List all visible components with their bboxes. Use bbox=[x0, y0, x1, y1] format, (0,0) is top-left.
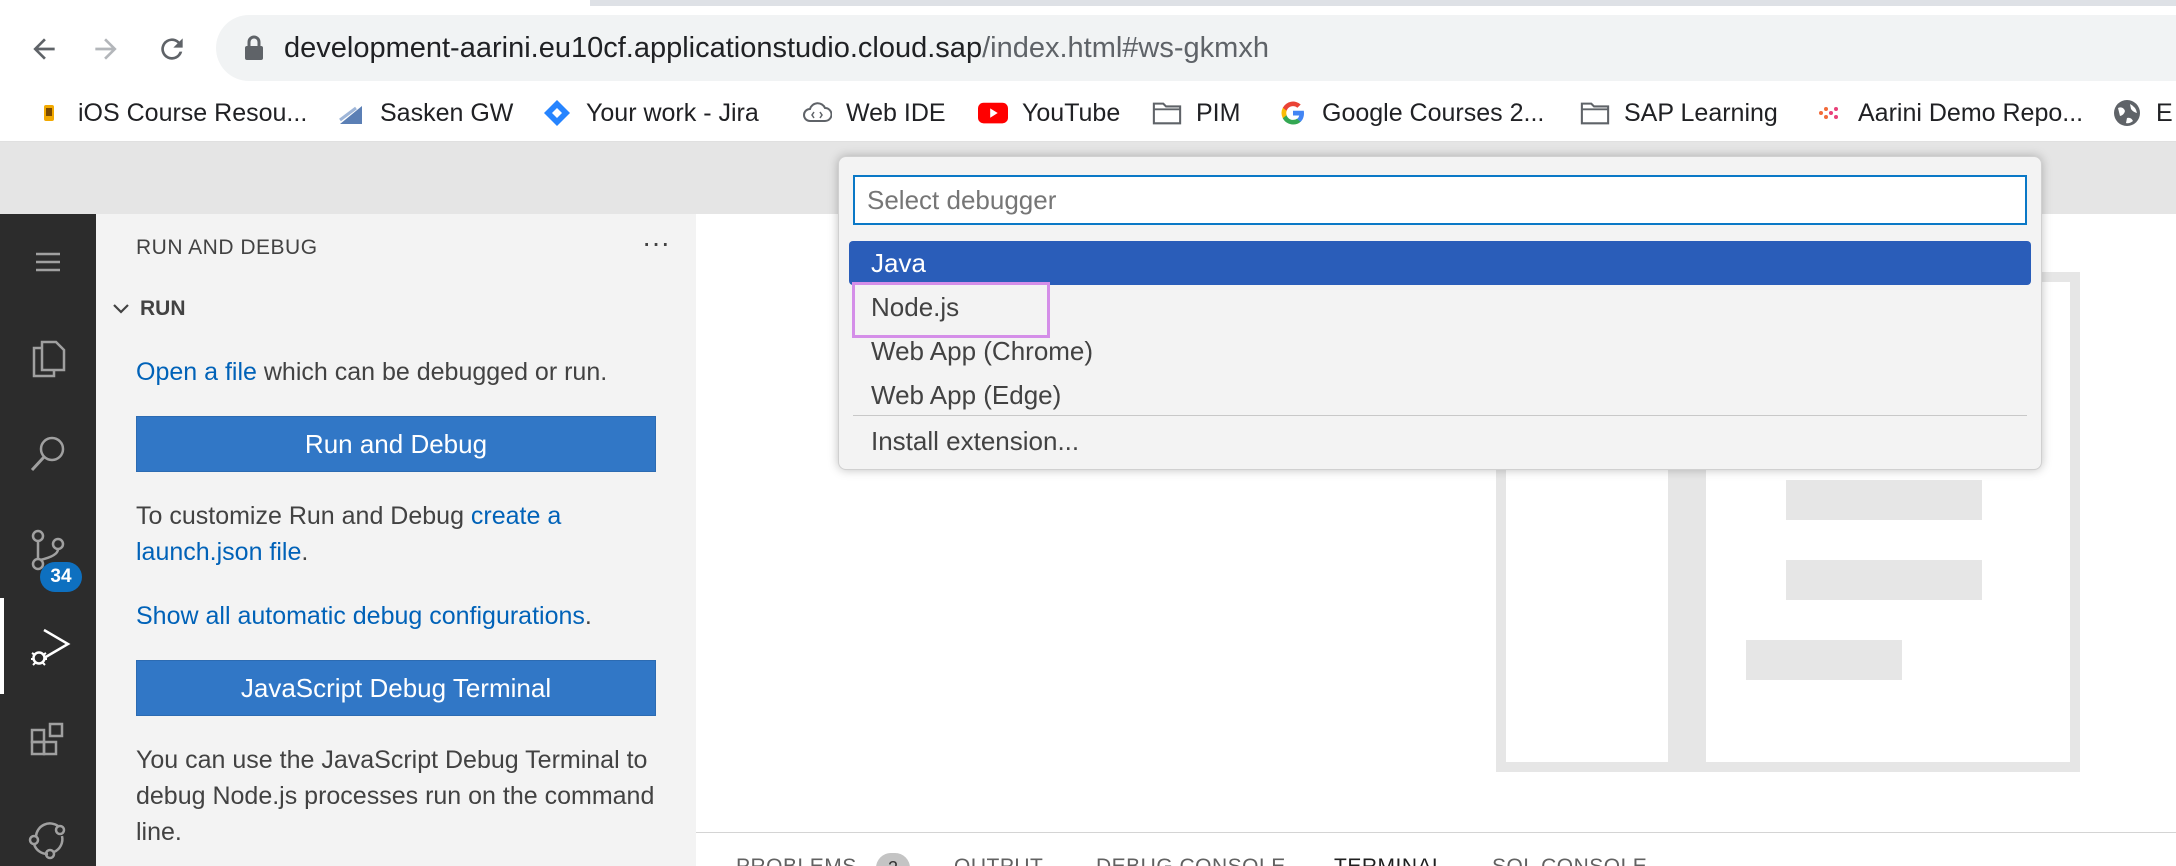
bookmark-google-courses[interactable]: Google Courses 2... bbox=[1278, 84, 1545, 141]
remote-explorer-icon bbox=[28, 822, 66, 860]
source-control-badge: 34 bbox=[40, 562, 82, 592]
bookmark-label: Your work - Jira bbox=[586, 98, 759, 127]
run-section-label: RUN bbox=[140, 297, 186, 320]
back-arrow-icon bbox=[33, 38, 55, 60]
bookmark-sasken[interactable]: Sasken GW bbox=[336, 84, 514, 141]
source-control-button[interactable]: 34 bbox=[0, 502, 96, 598]
bookmark-pim[interactable]: PIM bbox=[1152, 84, 1241, 141]
folder-icon bbox=[1580, 98, 1610, 128]
show-all-text: Show all automatic debug configurations. bbox=[136, 598, 676, 634]
customize-suffix: . bbox=[301, 538, 309, 566]
tab-problems[interactable]: PROBLEMS bbox=[736, 855, 857, 866]
bookmark-label: iOS Course Resou... bbox=[78, 98, 308, 127]
chevron-down-icon bbox=[113, 304, 129, 314]
jira-icon bbox=[542, 98, 572, 128]
activity-bar: 34 bbox=[0, 214, 96, 866]
run-section-header[interactable]: RUN bbox=[106, 292, 186, 326]
bookmark-label: Sasken GW bbox=[380, 98, 514, 127]
bookmark-label: Aarini Demo Repo... bbox=[1858, 98, 2084, 127]
quick-pick-separator bbox=[853, 415, 2027, 416]
bookmark-youtube[interactable]: YouTube bbox=[978, 84, 1121, 141]
remote-explorer-button[interactable] bbox=[0, 790, 96, 866]
bookmark-label: PIM bbox=[1196, 98, 1241, 127]
bookmark-label: Web IDE bbox=[846, 98, 946, 127]
run-debug-icon bbox=[31, 628, 71, 666]
bookmark-e[interactable]: E bbox=[2112, 84, 2173, 141]
search-icon bbox=[30, 436, 65, 472]
reload-icon bbox=[161, 38, 183, 60]
install-extension-option[interactable]: Install extension... bbox=[849, 419, 2031, 463]
panel-tab-bar: PROBLEMS 2 OUTPUT DEBUG CONSOLE TERMINAL… bbox=[696, 832, 2176, 866]
ios-course-icon bbox=[34, 98, 64, 128]
debugger-option-java[interactable]: Java bbox=[849, 241, 2031, 285]
url-text: development-aarini.eu10cf.applicationstu… bbox=[284, 31, 1269, 65]
tab-output[interactable]: OUTPUT bbox=[954, 855, 1043, 866]
bookmarks-bar: iOS Course Resou... Sasken GW Your work … bbox=[0, 84, 2176, 142]
sasken-icon bbox=[336, 98, 366, 128]
sidebar-title: RUN AND DEBUG bbox=[136, 236, 318, 259]
bookmark-label: YouTube bbox=[1022, 98, 1121, 127]
url-path: /index.html#ws-gkmxh bbox=[982, 32, 1269, 64]
extensions-button[interactable] bbox=[0, 694, 96, 790]
run-debug-sidebar: RUN AND DEBUG ··· RUN Open a file which … bbox=[96, 214, 696, 866]
bookmark-label: Google Courses 2... bbox=[1322, 98, 1545, 127]
nodejs-highlight-box bbox=[852, 282, 1050, 338]
bookmark-ios-course[interactable]: iOS Course Resou... bbox=[34, 84, 308, 141]
open-file-link[interactable]: Open a file bbox=[136, 358, 257, 386]
tab-debug-console[interactable]: DEBUG CONSOLE bbox=[1096, 855, 1286, 866]
extensions-icon bbox=[30, 722, 64, 756]
debugger-option-web-app-edge[interactable]: Web App (Edge) bbox=[849, 373, 2031, 417]
url-host: development-aarini.eu10cf.applicationstu… bbox=[284, 32, 983, 64]
aarini-icon bbox=[1814, 98, 1844, 128]
search-button[interactable] bbox=[0, 406, 96, 502]
open-file-text: Open a file which can be debugged or run… bbox=[136, 354, 676, 390]
tab-terminal[interactable]: TERMINAL bbox=[1334, 855, 1444, 866]
lock-icon bbox=[245, 35, 263, 60]
bookmark-sap-learning[interactable]: SAP Learning bbox=[1580, 84, 1778, 141]
reload-button[interactable] bbox=[144, 21, 200, 77]
explorer-button[interactable] bbox=[0, 310, 96, 406]
run-and-debug-button[interactable] bbox=[0, 598, 96, 694]
more-actions-button[interactable]: ··· bbox=[634, 228, 678, 268]
bookmark-label: SAP Learning bbox=[1624, 98, 1778, 127]
customize-prefix: To customize Run and Debug bbox=[136, 502, 471, 530]
js-debug-description: You can use the JavaScript Debug Termina… bbox=[136, 746, 655, 846]
run-and-debug-primary-button[interactable]: Run and Debug bbox=[136, 416, 656, 472]
customize-text: To customize Run and Debug create a laun… bbox=[136, 498, 676, 570]
bookmark-aarini-demo[interactable]: Aarini Demo Repo... bbox=[1814, 84, 2084, 141]
tab-sql-console[interactable]: SQL CONSOLE bbox=[1492, 855, 1647, 866]
bookmark-jira[interactable]: Your work - Jira bbox=[542, 84, 759, 141]
show-all-suffix: . bbox=[584, 602, 592, 630]
youtube-icon bbox=[978, 98, 1008, 128]
hamburger-menu-icon bbox=[36, 252, 60, 272]
browser-toolbar: development-aarini.eu10cf.applicationstu… bbox=[0, 6, 2176, 81]
javascript-debug-terminal-button[interactable]: JavaScript Debug Terminal bbox=[136, 660, 656, 716]
forward-arrow-icon bbox=[95, 38, 117, 60]
cloud-code-icon bbox=[802, 98, 832, 128]
select-debugger-input[interactable] bbox=[853, 175, 2027, 225]
problems-count-badge: 2 bbox=[876, 853, 910, 866]
address-bar[interactable]: development-aarini.eu10cf.applicationstu… bbox=[216, 15, 2176, 81]
bookmark-web-ide[interactable]: Web IDE bbox=[802, 84, 946, 141]
google-icon bbox=[1278, 98, 1308, 128]
forward-button[interactable] bbox=[78, 21, 134, 77]
bookmark-label: E bbox=[2156, 98, 2173, 127]
folder-icon bbox=[1152, 98, 1182, 128]
back-button[interactable] bbox=[16, 21, 72, 77]
show-all-configs-link[interactable]: Show all automatic debug configurations bbox=[136, 602, 585, 630]
globe-icon bbox=[2112, 98, 2142, 128]
files-icon bbox=[32, 340, 66, 378]
open-file-rest: which can be debugged or run. bbox=[256, 358, 608, 386]
menu-button[interactable] bbox=[0, 214, 96, 310]
